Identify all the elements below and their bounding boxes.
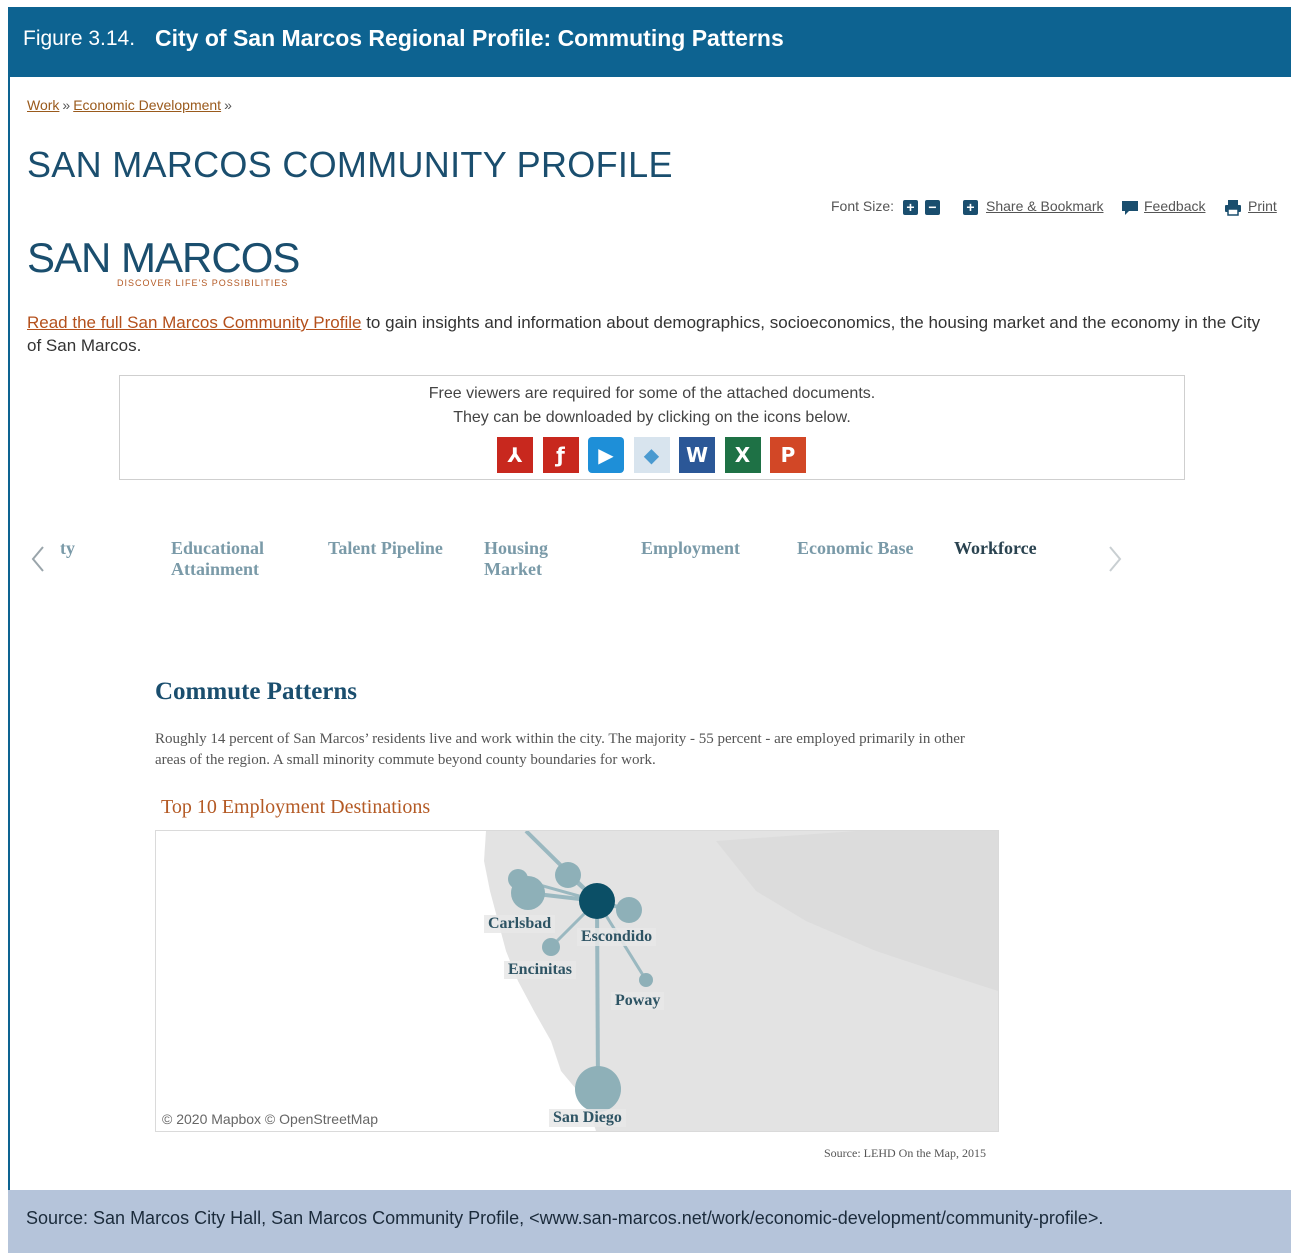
logo-wordmark: SAN MARCOS <box>27 234 300 281</box>
employment-destinations-heading: Top 10 Employment Destinations <box>161 796 431 818</box>
font-size-decrease-button[interactable]: − <box>925 200 940 215</box>
tabs-next-arrow[interactable] <box>1108 545 1122 573</box>
san-marcos-origin-marker <box>579 883 615 919</box>
poway-marker <box>639 973 653 987</box>
media-player-icon[interactable]: ▶ <box>588 437 624 473</box>
tab-community-partial[interactable]: ty <box>60 538 75 559</box>
figure-source-footer: Source: San Marcos City Hall, San Marcos… <box>8 1190 1291 1253</box>
breadcrumb-economic-development[interactable]: Economic Development <box>73 97 221 113</box>
tab-label: Market <box>484 559 542 579</box>
logo-tagline: DISCOVER LIFE'S POSSIBILITIES <box>117 278 289 288</box>
tab-housing-market[interactable]: Housing Market <box>484 538 548 580</box>
figure-number: Figure 3.14. <box>23 27 136 50</box>
commute-patterns-text: Roughly 14 percent of San Marcos’ reside… <box>155 731 965 768</box>
map-canvas <box>484 831 998 1131</box>
tab-label: Attainment <box>171 559 259 579</box>
tab-label: Talent Pipeline <box>328 538 443 558</box>
community-profile-link[interactable]: Read the full San Marcos Community Profi… <box>27 313 361 332</box>
font-size-label: Font Size: <box>831 198 895 214</box>
encinitas-marker <box>542 938 560 956</box>
print-link[interactable]: Print <box>1248 198 1277 214</box>
font-size-increase-button[interactable]: + <box>903 200 918 215</box>
excel-icon[interactable]: X <box>724 437 761 473</box>
print-icon <box>1224 199 1242 219</box>
frame-border <box>8 77 10 1190</box>
feedback-icon <box>1121 199 1139 220</box>
feedback-link[interactable]: Feedback <box>1144 198 1205 214</box>
tab-label: Educational <box>171 538 265 558</box>
viewers-line-1: Free viewers are required for some of th… <box>428 385 876 402</box>
map-credit: © 2020 Mapbox © OpenStreetMap <box>162 1111 378 1127</box>
map-label-san-diego: San Diego <box>549 1109 626 1127</box>
tab-employment[interactable]: Employment <box>641 538 740 559</box>
commute-patterns-heading: Commute Patterns <box>155 678 358 705</box>
page-title: SAN MARCOS COMMUNITY PROFILE <box>27 144 673 185</box>
tab-economic-base[interactable]: Economic Base <box>797 538 914 559</box>
figure-title: City of San Marcos Regional Profile: Com… <box>155 25 784 51</box>
map-label-carlsbad: Carlsbad <box>484 915 556 933</box>
destination-marker <box>616 897 642 923</box>
breadcrumb: Work» Economic Development» <box>27 97 235 113</box>
tab-label: Employment <box>641 538 740 558</box>
share-plus-icon: + <box>963 200 978 215</box>
viewers-line-2: They can be downloaded by clicking on th… <box>453 409 851 426</box>
breadcrumb-separator: » <box>62 97 71 113</box>
destination-marker <box>555 862 581 888</box>
share-bookmark-link[interactable]: Share & Bookmark <box>986 198 1104 214</box>
pdf-icon[interactable]: ⅄ <box>497 437 533 473</box>
map-label-poway: Poway <box>611 992 665 1010</box>
commute-map[interactable]: Carlsbad Escondido Encinitas Poway San D… <box>155 830 999 1132</box>
breadcrumb-work[interactable]: Work <box>27 97 59 113</box>
san-marcos-logo[interactable]: SAN MARCOS DISCOVER LIFE'S POSSIBILITIES <box>27 234 300 290</box>
map-source-note: Source: LEHD On the Map, 2015 <box>824 1146 986 1160</box>
san-diego-marker <box>575 1066 621 1112</box>
powerpoint-icon[interactable]: P <box>770 437 806 473</box>
word-icon[interactable]: W <box>679 437 715 473</box>
tabs-prev-arrow[interactable] <box>31 545 45 573</box>
tab-talent-pipeline[interactable]: Talent Pipeline <box>328 538 443 559</box>
tab-label: Housing <box>484 538 549 558</box>
figure-source: Source: San Marcos City Hall, San Marcos… <box>26 1208 1104 1228</box>
breadcrumb-separator: » <box>224 97 232 113</box>
figure-header: Figure 3.14. City of San Marcos Regional… <box>8 7 1291 77</box>
tab-label: Economic Base <box>797 538 914 558</box>
carlsbad-marker <box>511 876 545 910</box>
free-viewers-box: Free viewers are required for some of th… <box>119 375 1185 480</box>
intro-paragraph: Read the full San Marcos Community Profi… <box>27 311 1277 357</box>
tab-workforce[interactable]: Workforce <box>954 538 1037 559</box>
map-label-escondido: Escondido <box>577 928 657 946</box>
map-label-encinitas: Encinitas <box>504 961 577 979</box>
tab-label: Workforce <box>954 538 1037 558</box>
viewer-icon[interactable]: ◆ <box>633 437 670 473</box>
tab-educational-attainment[interactable]: Educational Attainment <box>171 538 264 580</box>
flash-icon[interactable]: ƒ <box>542 437 579 473</box>
